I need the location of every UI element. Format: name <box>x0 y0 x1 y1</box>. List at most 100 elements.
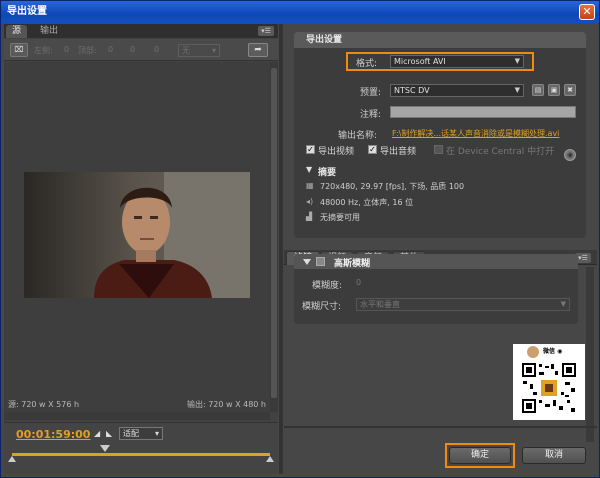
output-name-link[interactable]: F:\制作解决...话某人声音消除或是模糊处理.avi <box>392 128 559 139</box>
output-name-label: 输出名称: <box>338 131 378 141</box>
export-audio-checkbox[interactable]: ✓ <box>368 145 377 154</box>
video-frame <box>24 172 250 298</box>
export-settings-window: 导出设置 ✕ 源 输出 ▾☰ ⌧ 左侧: 0 顶部: 0 0 0 无 ▾ ➦ 源… <box>0 0 600 478</box>
bottom-separator <box>284 426 597 428</box>
crop-button[interactable]: ⌧ <box>10 43 28 57</box>
qr-name: 微信 ◉ <box>543 348 563 355</box>
crop-top-value[interactable]: 0 <box>108 45 113 54</box>
preset-label: 预置: <box>360 88 382 98</box>
ok-button-highlight: 确定 <box>445 443 515 468</box>
scrollbar-thumb[interactable] <box>271 68 277 398</box>
rotate-button[interactable]: ➦ <box>248 43 268 57</box>
crop-ratio-value: 无 <box>182 46 190 55</box>
import-preset-button[interactable]: ▣ <box>548 84 560 96</box>
blur-dimension-select[interactable]: 水平和垂直 ▼ <box>356 298 570 311</box>
crop-left-value[interactable]: 0 <box>64 45 69 54</box>
chevron-down-icon: ▾ <box>154 429 159 438</box>
gaussian-blur-title: 高斯模糊 <box>334 259 371 269</box>
preview-tabs: 源 输出 ▾☰ <box>4 24 278 38</box>
tab-output[interactable]: 输出 <box>34 25 64 38</box>
crop-ratio-select[interactable]: 无 ▾ <box>178 44 220 57</box>
preset-select[interactable]: NTSC DV ▼ <box>390 84 524 97</box>
export-video-label: 导出视频 <box>318 147 355 157</box>
timecode[interactable]: 00:01:59:00 <box>16 428 90 441</box>
settings-panel: 导出设置 格式: Microsoft AVI ▼ 预置: NTSC DV ▼ ▤ ▣… <box>284 24 597 474</box>
crop-left-label: 左侧: <box>34 46 53 55</box>
gaussian-blur-header[interactable]: 高斯模糊 <box>294 254 578 269</box>
close-icon: ✕ <box>582 5 592 18</box>
format-select[interactable]: Microsoft AVI ▼ <box>390 55 524 68</box>
filter-enable-checkbox[interactable] <box>316 257 325 266</box>
blur-dimension-label: 模糊尺寸: <box>302 302 342 312</box>
ok-button[interactable]: 确定 <box>449 447 511 464</box>
summary-other: 无摘要可用 <box>320 213 360 222</box>
tab-source[interactable]: 源 <box>6 25 28 38</box>
preview-panel: 源 输出 ▾☰ ⌧ 左侧: 0 顶部: 0 0 0 无 ▾ ➦ 源: 720 w… <box>4 24 278 474</box>
out-point-handle[interactable] <box>266 456 274 462</box>
chevron-down-icon: ▾ <box>211 46 216 55</box>
crop-bottom-value[interactable]: 0 <box>154 45 159 54</box>
summary-video: 720x480, 29.97 [fps], 下场, 品质 100 <box>320 182 465 191</box>
crop-toolbar: ⌧ 左侧: 0 顶部: 0 0 0 无 ▾ ➦ <box>4 39 278 61</box>
mark-in-icon[interactable]: ◢ <box>94 429 104 439</box>
qr-code-overlay: 微信 ◉ <box>513 344 585 420</box>
blur-dimension-value: 水平和垂直 <box>360 300 400 309</box>
output-dimensions: 输出: 720 w X 480 h <box>186 400 266 409</box>
export-settings-header[interactable]: 导出设置 <box>294 32 586 48</box>
mark-out-icon[interactable]: ◣ <box>106 429 116 439</box>
info-button[interactable]: ◉ <box>564 149 576 161</box>
title-bar: 导出设置 ✕ <box>1 1 599 23</box>
settings-vertical-scrollbar[interactable] <box>586 267 594 442</box>
summary-audio: 48000 Hz, 立体声, 16 位 <box>320 198 414 207</box>
preset-value: NTSC DV <box>394 86 430 95</box>
chevron-down-icon: ▼ <box>560 300 566 308</box>
gaussian-blur-group-content: 高斯模糊 模糊度: 0 模糊尺寸: 水平和垂直 ▼ <box>294 254 578 324</box>
info-icon: ◉ <box>566 151 574 159</box>
fit-select[interactable]: 适配 ▾ <box>119 427 163 440</box>
format-label: 格式: <box>356 59 378 69</box>
timeline-bar: 00:01:59:00 ◢ ◣ 适配 ▾ <box>4 422 278 474</box>
qr-code-image <box>521 362 577 414</box>
format-value: Microsoft AVI <box>394 57 446 66</box>
film-icon: ▦ <box>306 181 314 190</box>
video-frame-image <box>24 172 250 298</box>
audio-icon: ◂) <box>306 197 314 206</box>
import-preset-icon: ▣ <box>550 86 558 94</box>
timeline-track[interactable] <box>12 453 270 456</box>
comment-input[interactable] <box>390 106 576 118</box>
collapse-triangle-icon[interactable] <box>303 259 311 265</box>
playhead[interactable] <box>100 445 110 452</box>
comment-label: 注释: <box>360 110 382 120</box>
chevron-down-icon: ▼ <box>514 57 520 65</box>
export-video-checkbox[interactable]: ✓ <box>306 145 315 154</box>
cancel-button[interactable]: 取消 <box>522 447 586 464</box>
chart-icon: ▟ <box>306 212 313 221</box>
source-dimensions: 源: 720 w X 576 h <box>8 400 80 409</box>
crop-icon: ⌧ <box>14 45 24 54</box>
blurriness-label: 模糊度: <box>312 281 343 291</box>
panel-splitter[interactable] <box>279 24 283 474</box>
crop-right-value[interactable]: 0 <box>130 45 135 54</box>
export-audio-label: 导出音频 <box>380 147 417 157</box>
device-central-label: 在 Device Central 中打开 <box>446 147 555 157</box>
summary-title: 摘要 <box>318 168 337 178</box>
crop-top-label: 顶部: <box>78 46 97 55</box>
fit-value: 适配 <box>123 429 139 438</box>
summary-collapse-icon[interactable]: ▼ <box>306 165 312 174</box>
close-button[interactable]: ✕ <box>579 4 595 20</box>
avatar <box>527 346 539 358</box>
preview-vertical-scrollbar[interactable] <box>270 62 278 412</box>
blurriness-value[interactable]: 0 <box>356 278 361 287</box>
delete-preset-icon: ✖ <box>567 86 573 94</box>
video-preview-area <box>4 62 270 412</box>
save-preset-button[interactable]: ▤ <box>532 84 544 96</box>
preview-horizontal-scrollbar[interactable] <box>4 412 270 420</box>
device-central-checkbox[interactable] <box>434 145 443 154</box>
panel-menu-button[interactable]: ▾☰ <box>258 26 274 36</box>
export-settings-group: 导出设置 格式: Microsoft AVI ▼ 预置: NTSC DV ▼ ▤ ▣… <box>294 32 586 238</box>
rotate-icon: ➦ <box>254 45 262 55</box>
in-point-handle[interactable] <box>8 456 16 462</box>
delete-preset-button[interactable]: ✖ <box>564 84 576 96</box>
save-preset-icon: ▤ <box>534 86 542 94</box>
chevron-down-icon: ▼ <box>514 86 520 94</box>
